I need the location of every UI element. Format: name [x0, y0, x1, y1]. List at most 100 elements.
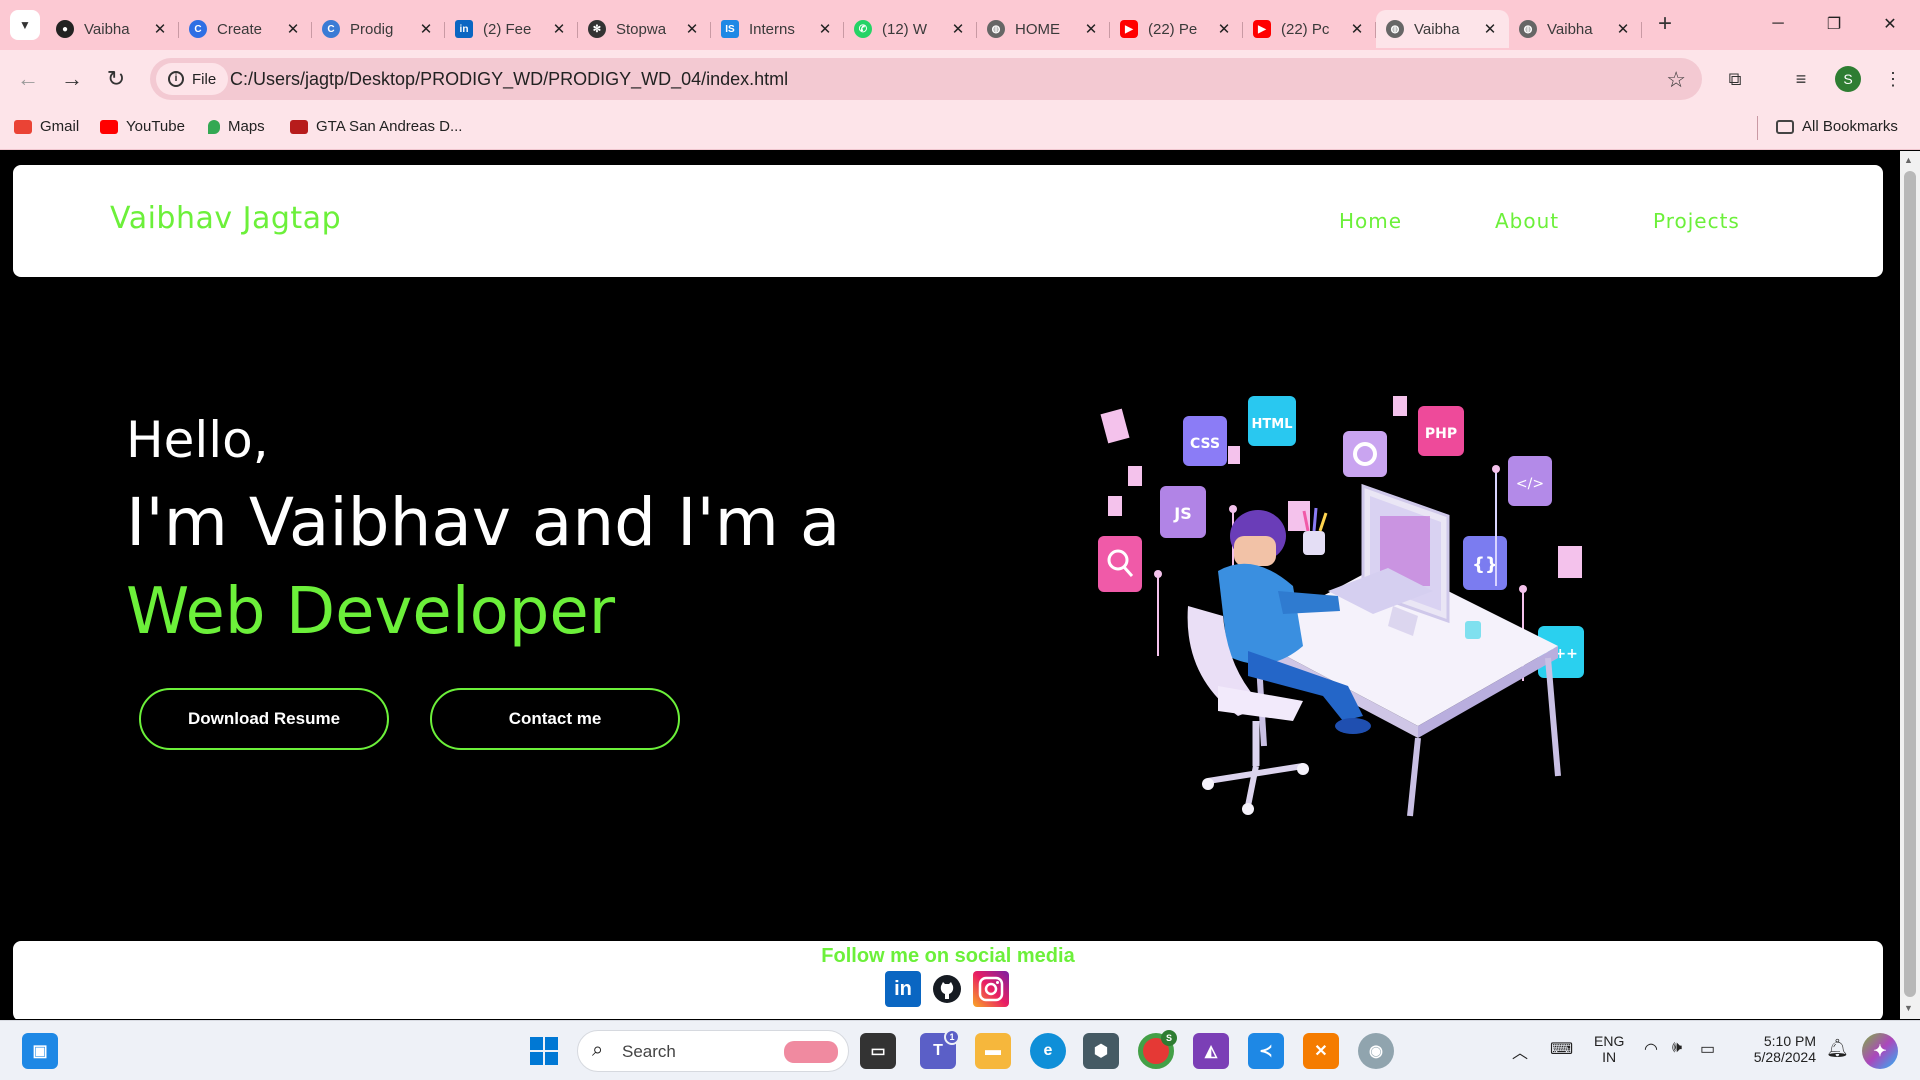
new-tab-button[interactable]: + [1650, 10, 1680, 40]
nav-home[interactable]: Home [1339, 209, 1402, 233]
plus-icon: + [1657, 10, 1672, 37]
edge-icon[interactable]: e [1030, 1033, 1066, 1069]
close-icon[interactable]: ✕ [1614, 20, 1632, 38]
chrome-icon[interactable]: S [1138, 1030, 1177, 1069]
tab[interactable]: ✻ Stopwa ✕ [578, 10, 711, 48]
volume-icon[interactable]: 🕪 [1672, 1039, 1682, 1057]
scroll-thumb[interactable] [1904, 171, 1916, 997]
lang-label: ENG [1594, 1033, 1625, 1049]
close-icon[interactable]: ✕ [816, 20, 834, 38]
windows-start-button[interactable] [526, 1033, 562, 1069]
taskbar-search[interactable]: ⌕ Search [577, 1030, 849, 1072]
tab[interactable]: ▶ (22) Pc ✕ [1243, 10, 1376, 48]
site-brand[interactable]: Vaibhav Jagtap [110, 201, 341, 236]
close-icon[interactable]: ✕ [1481, 20, 1499, 38]
bookmark-gta[interactable]: GTA San Andreas D... [290, 118, 462, 135]
clock[interactable]: 5:10 PM 5/28/2024 [1746, 1033, 1816, 1065]
widgets-icon[interactable]: ▣ [22, 1033, 58, 1069]
nav-projects[interactable]: Projects [1653, 209, 1740, 233]
back-button[interactable]: ← [12, 63, 44, 95]
battery-icon[interactable]: ▭ [1700, 1039, 1715, 1059]
bookmark-label: Gmail [40, 118, 80, 135]
copilot-icon[interactable]: ✦ [1862, 1033, 1898, 1069]
youtube-icon: ▶ [1253, 20, 1271, 38]
wifi-icon[interactable]: ◠ [1644, 1039, 1658, 1059]
page-scrollbar[interactable]: ▲ ▼ [1900, 151, 1920, 1019]
close-icon[interactable]: ✕ [1082, 20, 1100, 38]
scroll-down-icon[interactable]: ▼ [1904, 1003, 1913, 1013]
tab[interactable]: in (2) Fee ✕ [445, 10, 578, 48]
bookmark-youtube[interactable]: YouTube [100, 118, 185, 135]
visual-studio-icon[interactable]: ◭ [1193, 1033, 1229, 1069]
tab[interactable]: C Create ✕ [179, 10, 312, 48]
tab-search-button[interactable]: ▼ [10, 10, 40, 40]
tab-title: Vaibha [84, 20, 130, 38]
file-explorer-icon[interactable]: ▬ [975, 1033, 1011, 1069]
keyboard-icon[interactable]: ⌨ [1550, 1039, 1573, 1059]
svg-text:CSS: CSS [1190, 436, 1220, 452]
site-header: Vaibhav Jagtap Home About Projects [13, 165, 1883, 277]
site-info-chip[interactable]: i File [156, 63, 229, 95]
svg-text:PHP: PHP [1425, 426, 1457, 442]
close-icon[interactable]: ✕ [284, 20, 302, 38]
file-label: File [192, 70, 217, 88]
chevron-up-icon[interactable]: ︿ [1512, 1039, 1528, 1063]
instagram-glyph [978, 976, 1004, 1002]
page-viewport: Vaibhav Jagtap Home About Projects Hello… [0, 151, 1900, 1019]
close-icon[interactable]: ✕ [683, 20, 701, 38]
instagram-icon[interactable] [973, 971, 1009, 1007]
close-icon[interactable]: ✕ [1348, 20, 1366, 38]
braces-tag: {} [1463, 536, 1507, 590]
html-tag: HTML [1248, 396, 1296, 446]
media-controls-icon[interactable]: ≡ [1785, 63, 1817, 95]
developer-illustration: CSS HTML PHP JS C++ </> {} [1098, 396, 1584, 817]
all-bookmarks-button[interactable]: All Bookmarks [1776, 118, 1898, 135]
minimize-button[interactable]: ─ [1750, 0, 1806, 48]
close-icon[interactable]: ✕ [151, 20, 169, 38]
tab[interactable]: ◍ HOME ✕ [977, 10, 1110, 48]
tab[interactable]: IS Interns ✕ [711, 10, 844, 48]
language-indicator[interactable]: ENG IN [1594, 1033, 1624, 1065]
tab[interactable]: ▶ (22) Pe ✕ [1110, 10, 1243, 48]
profile-avatar[interactable]: S [1835, 66, 1861, 92]
close-window-button[interactable]: ✕ [1862, 0, 1918, 48]
bookmark-gmail[interactable]: Gmail [14, 118, 79, 135]
reload-icon: ↻ [106, 66, 126, 91]
close-icon[interactable]: ✕ [949, 20, 967, 38]
tab-active[interactable]: ◍ Vaibha ✕ [1376, 10, 1509, 48]
teams-badge: 1 [944, 1029, 960, 1045]
task-view-icon[interactable]: ▭ [860, 1033, 896, 1069]
globe-icon: ◍ [1519, 20, 1537, 38]
menu-icon[interactable]: ⋮ [1877, 63, 1909, 95]
app-disc-icon[interactable]: ◉ [1358, 1033, 1394, 1069]
info-icon: i [168, 71, 184, 87]
teams-icon[interactable]: T1 [920, 1029, 960, 1069]
tab[interactable]: ✆ (12) W ✕ [844, 10, 977, 48]
app-hexagon-icon[interactable]: ⬢ [1083, 1033, 1119, 1069]
tab[interactable]: C Prodig ✕ [312, 10, 445, 48]
contact-me-button[interactable]: Contact me [430, 688, 680, 750]
url-text[interactable]: C:/Users/jagtp/Desktop/PRODIGY_WD/PRODIG… [230, 69, 788, 90]
xampp-icon[interactable]: ✕ [1303, 1033, 1339, 1069]
reload-button[interactable]: ↻ [100, 63, 132, 95]
bookmark-maps[interactable]: Maps [208, 118, 265, 135]
close-icon[interactable]: ✕ [1215, 20, 1233, 38]
forward-button[interactable]: → [56, 63, 88, 95]
download-resume-button[interactable]: Download Resume [139, 688, 389, 750]
extensions-icon[interactable]: ⧉ [1719, 63, 1751, 95]
bookmark-star-icon[interactable]: ☆ [1666, 67, 1686, 93]
address-bar[interactable]: i File C:/Users/jagtp/Desktop/PRODIGY_WD/… [150, 58, 1702, 100]
close-icon: ✕ [1883, 16, 1897, 33]
bookmark-separator [1757, 116, 1758, 140]
notification-bell-icon[interactable]: 🔔︎ [1826, 1038, 1849, 1059]
scroll-up-icon[interactable]: ▲ [1904, 155, 1913, 165]
restore-button[interactable]: ❐ [1806, 0, 1862, 48]
linkedin-icon[interactable]: in [885, 971, 921, 1007]
tab[interactable]: ● Vaibha ✕ [46, 10, 179, 48]
close-icon[interactable]: ✕ [417, 20, 435, 38]
nav-about[interactable]: About [1495, 209, 1559, 233]
vscode-icon[interactable]: ≺ [1248, 1033, 1284, 1069]
github-icon[interactable] [929, 971, 965, 1007]
tab[interactable]: ◍ Vaibha ✕ [1509, 10, 1642, 48]
close-icon[interactable]: ✕ [550, 20, 568, 38]
